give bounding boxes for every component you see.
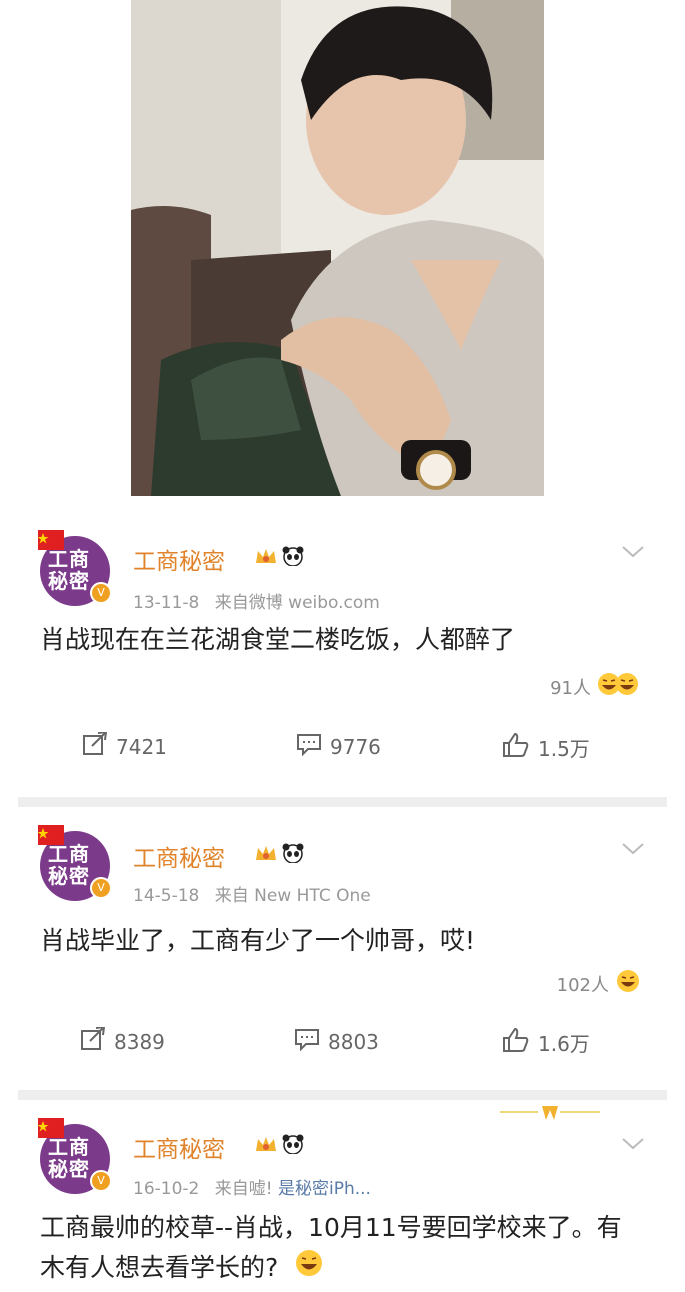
badge-group (255, 546, 305, 570)
reaction-count: 102人 (556, 974, 609, 996)
avatar[interactable]: 工商秘密 V (37, 530, 112, 606)
like-button[interactable]: 1.6万 (502, 1027, 590, 1058)
laughing-emoji-icon (615, 969, 641, 998)
reaction-count: 91人 (550, 677, 591, 699)
comment-button[interactable]: 9776 (296, 732, 381, 761)
post-source: 来自微博 weibo.com (214, 593, 380, 613)
post-meta: 14-5-18 来自 New HTC One (133, 881, 371, 906)
verified-badge-icon: V (90, 582, 112, 604)
post-source-link[interactable]: 是秘密iPh... (278, 1179, 371, 1199)
repost-icon (80, 1025, 106, 1056)
crown-badge-icon (255, 547, 277, 569)
like-count: 1.6万 (538, 1032, 590, 1056)
panda-badge-icon (281, 546, 305, 570)
like-count: 1.5万 (538, 737, 590, 761)
badge-group (255, 1134, 305, 1158)
panda-badge-icon (281, 1134, 305, 1158)
crown-badge-icon (255, 844, 277, 866)
photo-illustration (131, 0, 544, 496)
repost-button[interactable]: 8389 (80, 1025, 165, 1056)
post-content-text: 工商最帅的校草--肖战，10月11号要回学校来了。有木有人想去看学长的? (40, 1213, 622, 1282)
action-bar: 8389 8803 1.6万 (0, 1025, 685, 1067)
post-content[interactable]: 肖战毕业了，工商有少了一个帅哥，哎! (40, 921, 645, 961)
thumbs-up-icon (502, 1027, 530, 1058)
post-date: 16-10-2 (133, 1179, 200, 1199)
post-date: 13-11-8 (133, 593, 200, 613)
laughing-emoji-icon (294, 1249, 324, 1289)
like-button[interactable]: 1.5万 (502, 732, 590, 763)
post-divider (18, 797, 667, 807)
comment-count: 8803 (328, 1029, 379, 1054)
thumbs-up-icon (502, 732, 530, 763)
account-name[interactable]: 工商秘密 (133, 542, 225, 576)
repost-count: 7421 (116, 734, 167, 759)
post-meta: 16-10-2 来自嘘! 是秘密iPh... (133, 1174, 371, 1199)
repost-count: 8389 (114, 1029, 165, 1054)
chevron-down-icon[interactable] (621, 841, 645, 860)
laughing-emoji-icon (597, 672, 641, 701)
post-1: 工商秘密 V 工商秘密 13-11-8 来自微博 weibo.com 肖战现在在… (0, 520, 685, 790)
post-meta: 13-11-8 来自微博 weibo.com (133, 588, 380, 613)
repost-icon (82, 730, 108, 761)
comment-count: 9776 (330, 734, 381, 759)
post-source: 来自 New HTC One (214, 886, 371, 906)
reaction-summary[interactable]: 91人 (550, 672, 641, 701)
post-divider (18, 1090, 667, 1100)
chevron-down-icon[interactable] (621, 544, 645, 563)
crown-badge-icon (255, 1135, 277, 1157)
account-name[interactable]: 工商秘密 (133, 1130, 225, 1164)
comment-icon (296, 732, 322, 761)
avatar[interactable]: 工商秘密 V (37, 825, 112, 901)
post-content[interactable]: 工商最帅的校草--肖战，10月11号要回学校来了。有木有人想去看学长的? (40, 1208, 645, 1289)
comment-button[interactable]: 8803 (294, 1027, 379, 1056)
decoration-line-icon (500, 1106, 600, 1120)
post-content[interactable]: 肖战现在在兰花湖食堂二楼吃饭，人都醉了 (40, 620, 645, 660)
verified-badge-icon: V (90, 877, 112, 899)
reaction-summary[interactable]: 102人 (557, 969, 641, 998)
avatar[interactable]: 工商秘密 V (37, 1118, 112, 1194)
post-photo[interactable] (131, 0, 544, 496)
post-2: 工商秘密 V 工商秘密 14-5-18 来自 New HTC One 肖战毕业了… (0, 815, 685, 1085)
verified-badge-icon: V (90, 1170, 112, 1192)
action-bar: 7421 9776 1.5万 (0, 730, 685, 772)
account-name[interactable]: 工商秘密 (133, 839, 225, 873)
comment-icon (294, 1027, 320, 1056)
post-source: 来自嘘! (214, 1179, 273, 1199)
panda-badge-icon (281, 843, 305, 867)
repost-button[interactable]: 7421 (82, 730, 167, 761)
badge-group (255, 843, 305, 867)
post-3: 工商秘密 V 工商秘密 16-10-2 来自嘘! 是秘密iPh... 工商最帅的… (0, 1106, 685, 1292)
chevron-down-icon[interactable] (621, 1136, 645, 1155)
post-date: 14-5-18 (133, 886, 200, 906)
